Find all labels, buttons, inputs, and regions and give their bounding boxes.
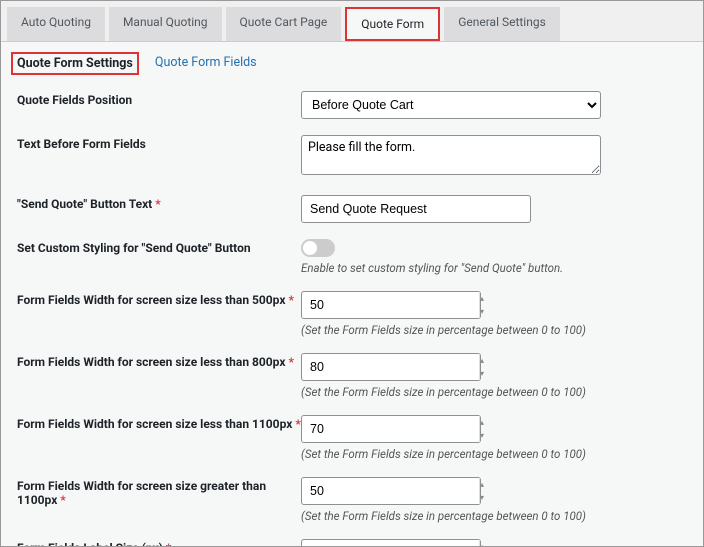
label-position: Quote Fields Position [11,83,301,127]
hint-width-gt1100: (Set the Form Fields size in percentage … [301,509,693,523]
tab-manual-quoting[interactable]: Manual Quoting [109,7,222,41]
stepper-width-500[interactable]: ▴▾ [301,291,481,319]
tab-general-settings[interactable]: General Settings [444,7,560,41]
hint-width-1100: (Set the Form Fields size in percentage … [301,447,693,461]
toggle-custom-styling[interactable] [301,239,335,257]
input-width-800[interactable] [302,360,479,374]
input-width-gt1100[interactable] [302,484,479,498]
tab-quote-form[interactable]: Quote Form [345,7,440,41]
stepper-width-800[interactable]: ▴▾ [301,353,481,381]
quote-form-panel: Quote Form Settings Quote Form Fields Qu… [1,41,703,547]
label-width-1100: Form Fields Width for screen size less t… [11,407,301,469]
subtab-quote-form-settings[interactable]: Quote Form Settings [11,52,139,75]
label-button-text: "Send Quote" Button Text * [11,187,301,231]
textarea-text-before-form[interactable]: Please fill the form. [301,135,601,175]
label-width-gt1100: Form Fields Width for screen size greate… [11,469,301,531]
label-width-800: Form Fields Width for screen size less t… [11,345,301,407]
tab-auto-quoting[interactable]: Auto Quoting [7,7,105,41]
subtab-quote-form-fields[interactable]: Quote Form Fields [153,52,259,75]
input-width-1100[interactable] [302,422,479,436]
label-width-500: Form Fields Width for screen size less t… [11,283,301,345]
stepper-width-gt1100[interactable]: ▴▾ [301,477,481,505]
spinner-icon[interactable]: ▴▾ [479,292,484,318]
stepper-label-size[interactable]: ▴▾ [301,539,481,547]
label-text-before: Text Before Form Fields [11,127,301,187]
input-send-quote-button-text[interactable] [301,195,531,223]
spinner-icon[interactable]: ▴▾ [479,354,484,380]
select-quote-fields-position[interactable]: Before Quote Cart [301,91,601,119]
hint-width-800: (Set the Form Fields size in percentage … [301,385,693,399]
spinner-icon[interactable]: ▴▾ [479,416,484,442]
spinner-icon[interactable]: ▴▾ [479,478,484,504]
tab-quote-cart-page[interactable]: Quote Cart Page [226,7,342,41]
form-settings-table: Quote Fields Position Before Quote Cart … [11,83,693,547]
stepper-width-1100[interactable]: ▴▾ [301,415,481,443]
settings-page: Auto Quoting Manual Quoting Quote Cart P… [0,0,704,547]
label-label-size: Form Fields Label Size (px) * [11,531,301,547]
input-width-500[interactable] [302,298,479,312]
hint-width-500: (Set the Form Fields size in percentage … [301,323,693,337]
spinner-icon[interactable]: ▴▾ [479,540,484,547]
label-custom-styling: Set Custom Styling for "Send Quote" Butt… [11,231,301,283]
sub-tab-bar: Quote Form Settings Quote Form Fields [11,48,693,83]
hint-custom-styling: Enable to set custom styling for "Send Q… [301,261,693,275]
main-tab-bar: Auto Quoting Manual Quoting Quote Cart P… [1,1,703,41]
